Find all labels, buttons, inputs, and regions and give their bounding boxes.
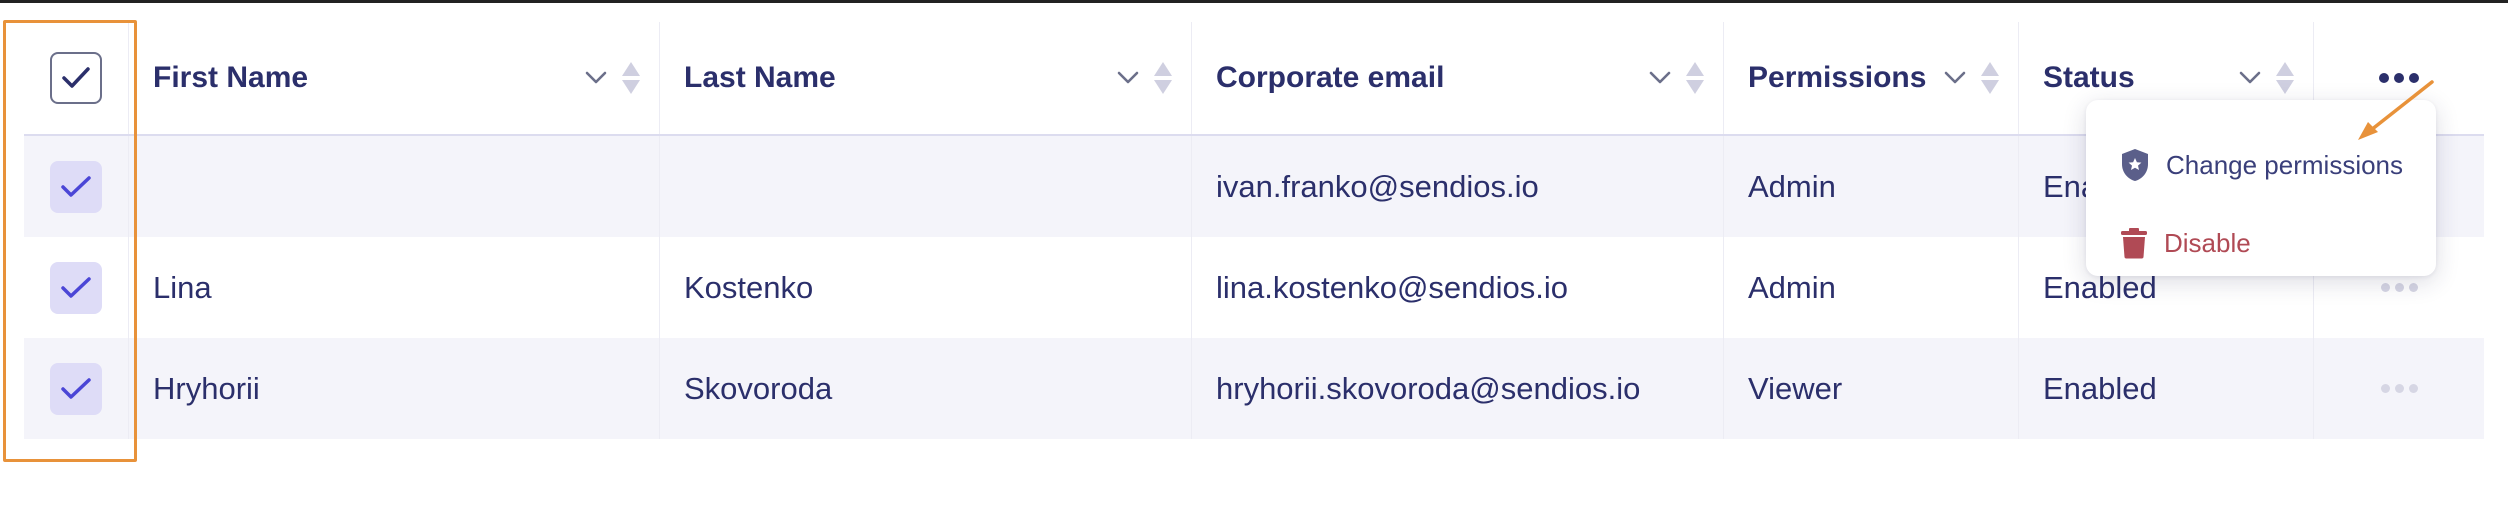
status-value: Enabled [2043,370,2157,406]
menu-item-change-permissions[interactable]: Change permissions [2086,126,2436,204]
row-select-cell [24,237,129,338]
email-value: hryhorii.skovoroda@sendios.io [1216,370,1641,406]
cell-first-name [129,136,660,237]
row-select-cell [24,136,129,237]
chevron-down-icon[interactable] [1944,71,1966,85]
chevron-down-icon[interactable] [1117,71,1139,85]
menu-item-label: Disable [2164,227,2251,258]
column-header-first-name[interactable]: First Name [129,22,660,134]
checkmark-icon [61,377,91,399]
cell-permissions: Viewer [1724,338,2019,439]
chevron-down-icon[interactable] [2239,71,2261,85]
chevron-down-icon[interactable] [1649,71,1671,85]
row-more-actions-icon[interactable] [2380,283,2418,292]
row-checkbox[interactable] [50,362,102,415]
email-value: lina.kostenko@sendios.io [1216,269,1569,305]
row-more-actions-icon[interactable] [2380,384,2418,393]
last-name-value: Skovoroda [684,370,833,406]
cell-last-name: Kostenko [660,237,1192,338]
column-header-label: Corporate email [1216,61,1445,94]
checkmark-icon [62,67,90,88]
chevron-down-icon[interactable] [585,71,607,85]
last-name-value: Kostenko [684,269,814,305]
row-actions-cell [2314,338,2484,439]
cell-permissions: Admin [1724,136,2019,237]
cell-email: lina.kostenko@sendios.io [1192,237,1724,338]
sort-icon[interactable] [2275,61,2295,95]
checkmark-icon [61,276,91,298]
permissions-value: Viewer [1748,370,1843,406]
window-top-border [0,0,2508,3]
email-value: ivan.franko@sendios.io [1216,168,1539,204]
permissions-value: Admin [1748,168,1836,204]
more-actions-icon[interactable] [2379,73,2419,83]
column-header-label: Permissions [1748,61,1927,94]
cell-email: hryhorii.skovoroda@sendios.io [1192,338,1724,439]
row-actions-menu: Change permissions Disable [2086,100,2436,276]
column-header-email[interactable]: Corporate email [1192,22,1724,134]
cell-last-name: Skovoroda [660,338,1192,439]
row-checkbox[interactable] [50,261,102,314]
checkmark-icon [61,175,91,197]
sort-icon[interactable] [621,61,641,95]
column-header-last-name[interactable]: Last Name [660,22,1192,134]
first-name-value: Lina [153,269,212,305]
column-header-label: Last Name [684,61,836,94]
row-select-cell [24,338,129,439]
cell-permissions: Admin [1724,237,2019,338]
menu-item-disable[interactable]: Disable [2086,204,2436,282]
menu-item-label: Change permissions [2166,149,2404,180]
trash-icon [2121,228,2147,259]
sort-icon[interactable] [1153,61,1173,95]
row-checkbox[interactable] [50,160,102,213]
cell-first-name: Hryhorii [129,338,660,439]
table-row[interactable]: Hryhorii Skovoroda hryhorii.skovoroda@se… [24,338,2484,439]
shield-star-icon [2122,149,2148,181]
cell-last-name [660,136,1192,237]
cell-email: ivan.franko@sendios.io [1192,136,1724,237]
column-header-label: First Name [153,61,309,94]
sort-icon[interactable] [1980,61,2000,95]
sort-icon[interactable] [1685,61,1705,95]
column-header-permissions[interactable]: Permissions [1724,22,2019,134]
first-name-value: Hryhorii [153,370,260,406]
select-all-checkbox[interactable] [50,52,102,104]
cell-status: Enabled [2019,338,2314,439]
cell-first-name: Lina [129,237,660,338]
permissions-value: Admin [1748,269,1836,305]
column-header-label: Status [2043,61,2135,94]
header-select-cell [24,22,129,134]
